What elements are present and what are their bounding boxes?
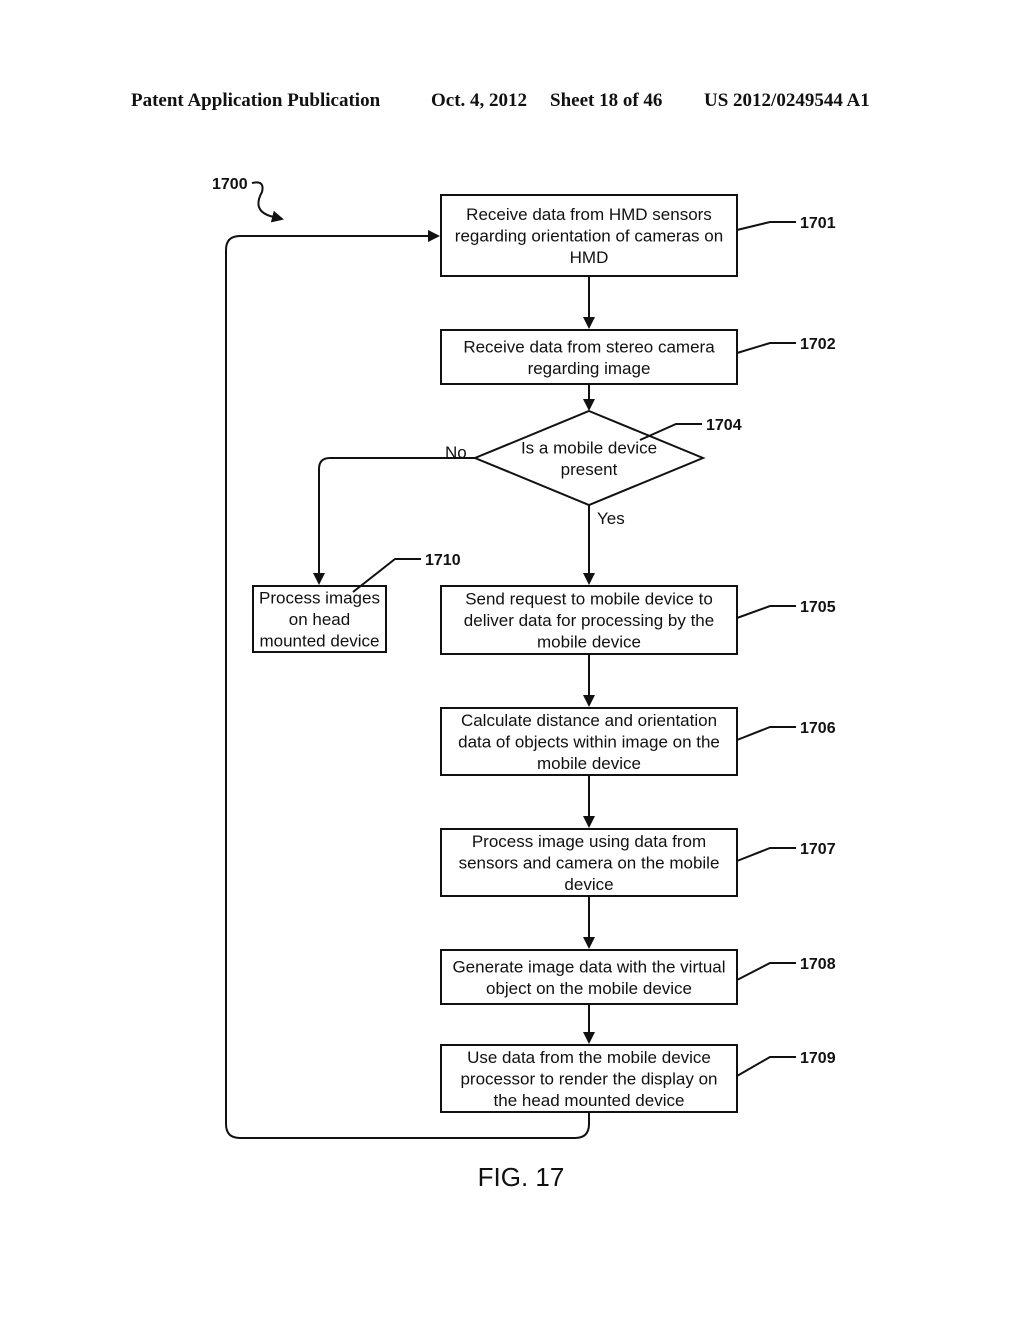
ref-number: 1704 (706, 417, 742, 434)
ref-number: 1701 (800, 215, 836, 232)
ref-number: 1709 (800, 1050, 836, 1067)
node-text-line: deliver data for processing by the (464, 611, 714, 630)
edge-label-yes: Yes (597, 509, 625, 528)
node-text-line: object on the mobile device (486, 979, 692, 998)
decision-diamond (472, 409, 706, 507)
ref-leader-line (736, 1056, 796, 1077)
node-text-line: mobile device (537, 754, 641, 773)
figure-ref-label: 1700 (212, 176, 248, 193)
ref-leader-line (736, 962, 796, 981)
ref-leader-line (736, 726, 796, 741)
node-text-line: present (561, 460, 618, 479)
node-text-line: Process image using data from (472, 832, 706, 851)
node-text-line: the head mounted device (494, 1091, 685, 1110)
node-text-line: Send request to mobile device to (465, 590, 713, 609)
node-1707: Process image using data from sensors and… (440, 828, 836, 897)
node-1704: Is a mobile device present 1704 (472, 409, 742, 507)
ref-leader-line (736, 847, 796, 862)
node-text-line: regarding image (528, 359, 651, 378)
ref-number: 1708 (800, 956, 836, 973)
node-text-line: Is a mobile device (521, 438, 657, 457)
flowchart: 1700 No Yes Receive data from HMD sensor… (212, 176, 836, 1192)
node-text-line: data of objects within image on the (458, 733, 720, 752)
node-1708: Generate image data with the virtual obje… (440, 949, 836, 1005)
ref-number: 1705 (800, 599, 836, 616)
node-text-line: Process images (259, 589, 380, 608)
ref-number: 1707 (800, 841, 836, 858)
node-text-line: on head (289, 610, 350, 629)
edge-label-no: No (445, 443, 467, 462)
node-text-line: regarding orientation of cameras on (455, 227, 723, 246)
node-text-line: mounted device (259, 632, 379, 651)
ref-leader-line (736, 221, 796, 231)
node-1709: Use data from the mobile device processor… (440, 1044, 836, 1113)
ref-number: 1710 (425, 552, 461, 569)
ref-number: 1702 (800, 336, 836, 353)
node-text-line: Receive data from stereo camera (463, 337, 715, 356)
ref-number: 1706 (800, 720, 836, 737)
ref-leader-line (736, 605, 796, 619)
node-text-line: Generate image data with the virtual (452, 957, 725, 976)
node-1702: Receive data from stereo camera regarding… (440, 329, 836, 385)
node-text-line: Use data from the mobile device (467, 1048, 711, 1067)
figure-ref-arrow (251, 181, 284, 223)
node-text-line: Receive data from HMD sensors (466, 205, 712, 224)
node-text-line: mobile device (537, 633, 641, 652)
node-1705: Send request to mobile device to deliver … (440, 585, 836, 655)
node-1706: Calculate distance and orientation data o… (440, 707, 836, 776)
node-text-line: processor to render the display on (460, 1070, 717, 1089)
node-text-line: Calculate distance and orientation (461, 711, 717, 730)
figure-caption: FIG. 17 (478, 1162, 565, 1192)
ref-leader-line (736, 342, 796, 354)
node-text-line: HMD (570, 248, 609, 267)
node-1710: Process images on head mounted device 1710 (252, 552, 461, 653)
node-text-line: device (564, 875, 613, 894)
node-1701: Receive data from HMD sensors regarding o… (440, 194, 836, 277)
node-text-line: sensors and camera on the mobile (459, 854, 720, 873)
